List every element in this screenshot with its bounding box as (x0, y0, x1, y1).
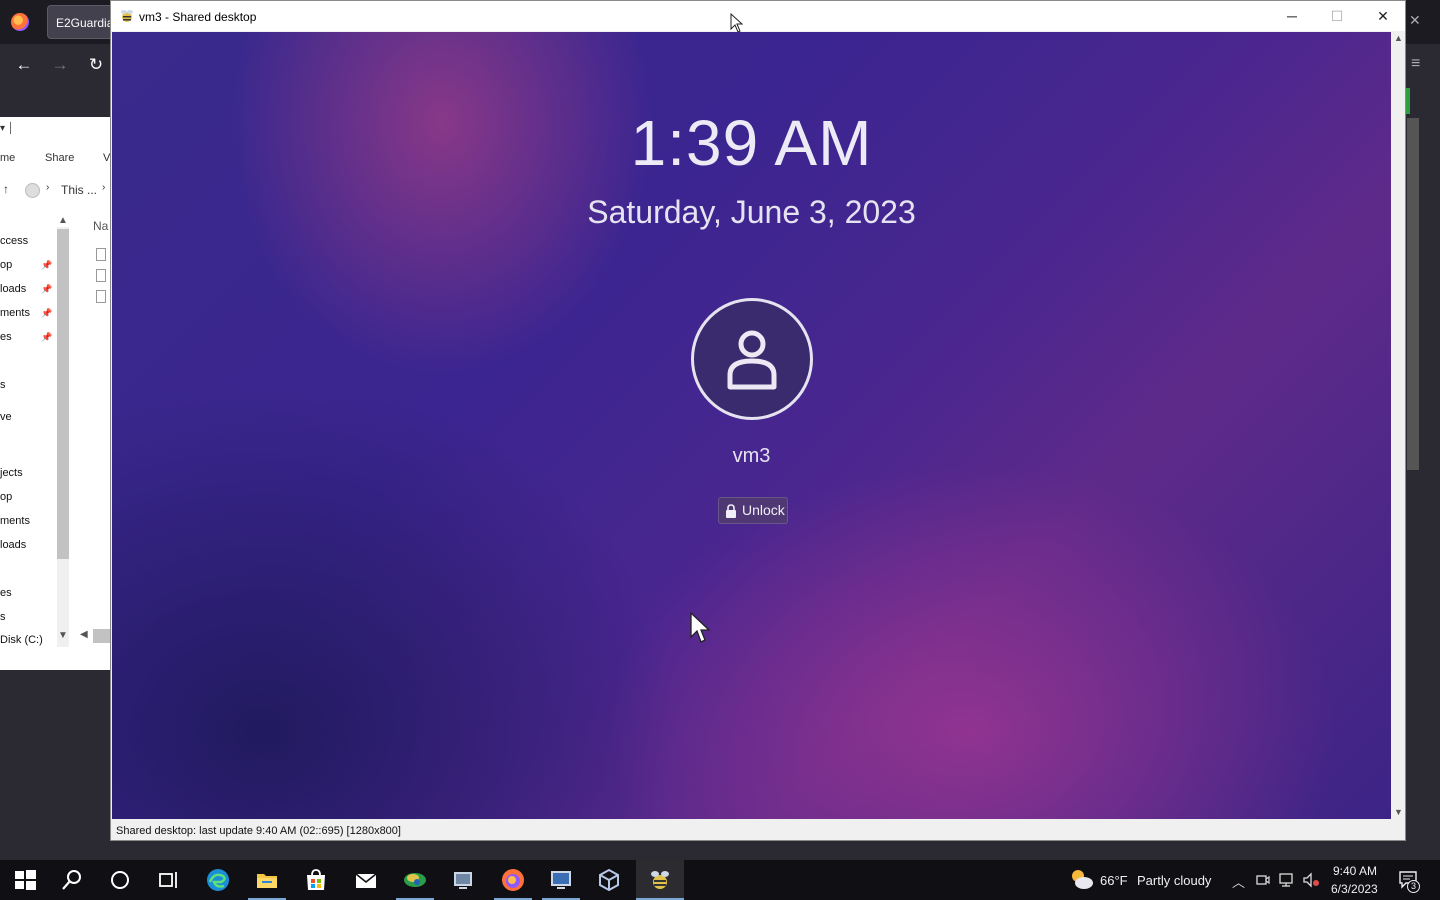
vm-viewer-window: vm3 - Shared desktop ─ ☐ ✕ 1:39 AM Satur… (110, 0, 1406, 841)
browser-close-icon[interactable]: ✕ (1409, 12, 1421, 29)
show-hidden-icons-chevron-icon[interactable]: ︿ (1232, 872, 1245, 891)
lock-screen-username: vm3 (732, 445, 771, 467)
meet-now-icon[interactable] (1256, 873, 1270, 887)
ribbon-tab-home[interactable]: me (0, 152, 15, 164)
edge-icon[interactable] (206, 868, 230, 892)
notification-count-badge: 3 (1407, 880, 1420, 893)
user-avatar[interactable] (691, 298, 813, 420)
horizontal-scroll-thumb[interactable] (93, 629, 110, 643)
pin-icon: 📌 (41, 332, 53, 342)
ribbon-tab-share[interactable]: Share (45, 152, 74, 164)
file-icon[interactable] (96, 290, 106, 303)
maximize-button[interactable]: ☐ (1314, 1, 1360, 31)
back-arrow-icon[interactable]: ← (14, 55, 34, 75)
scroll-down-icon[interactable]: ▼ (1394, 807, 1403, 817)
nav-pane-item[interactable]: s (0, 611, 6, 623)
firefox-logo-icon (11, 13, 29, 31)
virtualbox-icon[interactable] (597, 868, 621, 892)
start-icon[interactable] (13, 868, 37, 892)
search-icon[interactable] (60, 868, 84, 892)
address-bar[interactable]: ↑ › This ... › (0, 179, 110, 203)
user-icon (727, 330, 777, 390)
nav-pane-scroll-thumb[interactable] (57, 229, 69, 559)
breadcrumb-separator: › (102, 182, 106, 193)
weather-condition[interactable]: Partly cloudy (1137, 873, 1211, 888)
minimize-button[interactable]: ─ (1269, 1, 1315, 31)
firefox-icon[interactable] (501, 868, 525, 892)
host-mouse-pointer-icon (730, 13, 744, 33)
lock-screen-clock: 1:39 AM (630, 107, 873, 179)
vm-title-bar[interactable]: vm3 - Shared desktop ─ ☐ ✕ (111, 1, 1405, 31)
reload-icon[interactable]: ↻ (86, 55, 106, 75)
volume-muted-icon[interactable] (1302, 872, 1320, 888)
status-bar: Shared desktop: last update 9:40 AM (02:… (116, 825, 401, 837)
nav-pane-item[interactable]: es (0, 331, 12, 343)
cortana-icon[interactable] (108, 868, 132, 892)
task-view-icon[interactable] (156, 868, 180, 892)
store-icon[interactable] (304, 868, 328, 892)
this-pc-icon (25, 183, 40, 198)
quick-access-toolbar[interactable]: ▾ │ (0, 123, 14, 134)
scroll-up-icon[interactable]: ▲ (58, 215, 68, 226)
weather-temperature[interactable]: 66°F (1100, 873, 1128, 888)
nav-pane-item[interactable]: s (0, 379, 6, 391)
mouse-pointer-icon (690, 612, 711, 643)
rdp-icon[interactable] (549, 868, 573, 892)
file-explorer-window: ▾ │ me Share V ↑ › This ... › Na ▲ ▼ ◀ c… (0, 117, 110, 670)
taskbar-clock-date[interactable]: 6/3/2023 (1331, 882, 1378, 896)
nav-pane-item[interactable]: ccess (0, 235, 28, 247)
nav-pane-item[interactable]: jects (0, 467, 23, 479)
breadcrumb-this-pc[interactable]: This ... (61, 183, 97, 197)
column-header-name[interactable]: Na (93, 219, 108, 233)
partly-cloudy-icon[interactable] (1067, 867, 1095, 891)
browser-menu-icon[interactable]: ≡ (1411, 55, 1420, 73)
remote-app-icon[interactable] (451, 868, 475, 892)
browser-tab[interactable]: E2Guardia (47, 5, 117, 39)
pin-icon: 📌 (41, 284, 53, 294)
file-explorer-icon[interactable] (255, 868, 279, 892)
scroll-down-icon[interactable]: ▼ (58, 630, 68, 641)
forward-arrow-icon[interactable]: → (50, 55, 70, 75)
close-button[interactable]: ✕ (1360, 1, 1406, 31)
vm-vertical-scrollbar[interactable]: ▲ ▼ (1392, 32, 1405, 819)
vm-viewer-icon[interactable] (648, 868, 672, 892)
network-icon[interactable] (1279, 872, 1295, 888)
breadcrumb-separator: › (46, 182, 50, 193)
nav-pane-item[interactable]: ve (0, 411, 12, 423)
pin-icon: 📌 (41, 308, 53, 318)
lock-screen-date: Saturday, June 3, 2023 (587, 194, 916, 230)
nav-pane-item[interactable]: op (0, 491, 12, 503)
nav-pane-item[interactable]: ments (0, 515, 30, 527)
browser-scrollbar[interactable] (1407, 118, 1419, 470)
nav-pane-item[interactable]: loads (0, 283, 26, 295)
file-icon[interactable] (96, 248, 106, 261)
unlock-button[interactable]: Unlock (718, 497, 788, 524)
nav-pane-item[interactable]: op (0, 259, 12, 271)
window-title: vm3 - Shared desktop (139, 10, 257, 24)
unlock-button-label: Unlock (742, 502, 785, 518)
pin-icon: 📌 (41, 260, 53, 270)
file-icon[interactable] (96, 269, 106, 282)
nav-pane-item[interactable]: ments (0, 307, 30, 319)
taskbar-clock-time[interactable]: 9:40 AM (1333, 864, 1377, 878)
lock-icon (726, 504, 736, 518)
vm-lock-screen[interactable]: 1:39 AM Saturday, June 3, 2023 vm3 Unloc… (112, 32, 1391, 819)
nav-pane-item[interactable]: Disk (C:) (0, 634, 43, 646)
scroll-up-icon[interactable]: ▲ (1394, 33, 1403, 43)
network-app-icon[interactable] (403, 868, 427, 892)
scroll-left-icon[interactable]: ◀ (80, 629, 88, 640)
vm-viewer-app-icon (121, 10, 133, 22)
up-arrow-icon[interactable]: ↑ (3, 182, 9, 196)
nav-pane-item[interactable]: loads (0, 539, 26, 551)
mail-icon[interactable] (354, 868, 378, 892)
nav-pane-item[interactable]: es (0, 587, 12, 599)
